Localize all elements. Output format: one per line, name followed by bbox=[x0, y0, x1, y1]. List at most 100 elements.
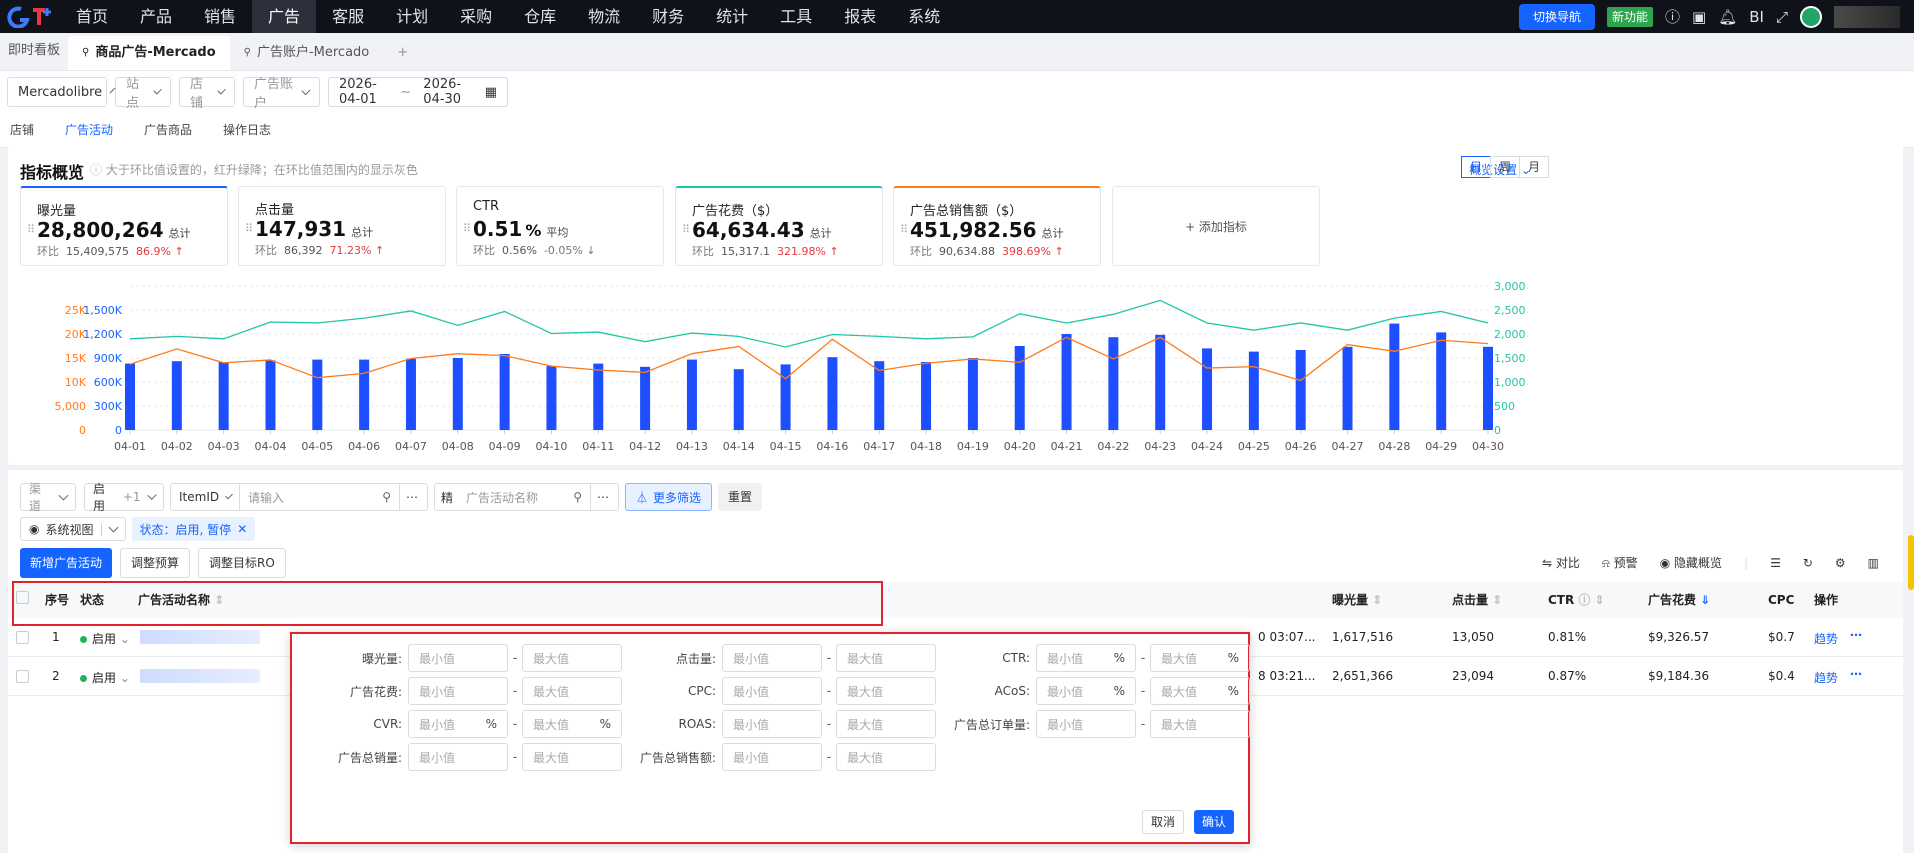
channel-select[interactable]: 渠道 bbox=[20, 482, 76, 513]
calendar-icon[interactable]: ▣ bbox=[1692, 8, 1706, 26]
subtab-item[interactable]: 操作日志 bbox=[223, 113, 271, 148]
kpi-card[interactable]: ⠿ 曝光量 28,800,264 总计 环比 15,409,575 86.9% ↑ bbox=[20, 186, 228, 266]
hide-overview-button[interactable]: ◉ 隐藏概览 bbox=[1660, 554, 1722, 571]
bell-icon[interactable]: 🔔︎ bbox=[1718, 8, 1737, 26]
tab-dashboard[interactable]: 即时看板 bbox=[0, 32, 68, 70]
campaign-name-link[interactable] bbox=[140, 630, 260, 647]
more-actions-icon[interactable]: ⋯ bbox=[1850, 628, 1862, 642]
scroll-thumb[interactable] bbox=[1908, 535, 1914, 590]
compare-button[interactable]: ⇋ 对比 bbox=[1542, 554, 1580, 571]
trend-link[interactable]: 趋势 bbox=[1814, 630, 1838, 647]
fullscreen-icon[interactable]: ⤢ bbox=[1776, 8, 1788, 26]
popup-confirm-button[interactable]: 确认 bbox=[1193, 810, 1234, 834]
status-select[interactable]: 启用 +1 bbox=[84, 482, 164, 513]
name-more-button[interactable]: ⋯ bbox=[591, 483, 619, 511]
trend-link[interactable]: 趋势 bbox=[1814, 669, 1838, 686]
popup-cancel-button[interactable]: 取消 bbox=[1141, 810, 1184, 834]
max-input[interactable]: 最大值 bbox=[1150, 710, 1250, 738]
avatar[interactable] bbox=[1800, 5, 1822, 28]
drag-handle-icon[interactable]: ⠿ bbox=[463, 222, 471, 235]
help-icon[interactable]: ⓘ bbox=[1665, 6, 1680, 27]
min-input[interactable]: 最小值 bbox=[722, 710, 822, 738]
refresh-icon[interactable]: ↻ bbox=[1803, 556, 1813, 570]
min-input[interactable]: 最小值 bbox=[1036, 710, 1136, 738]
min-input[interactable]: 最小值 bbox=[722, 677, 822, 705]
kpi-card[interactable]: ⠿ 广告总销售额（$） 451,982.56 总计 环比 90,634.88 398.6… bbox=[893, 186, 1101, 266]
date-range-picker[interactable]: 2026-04-01 ~2026-04-30 ▦ bbox=[328, 77, 508, 107]
min-input[interactable]: 最小值 bbox=[408, 677, 508, 705]
reset-button[interactable]: 重置 bbox=[718, 483, 763, 511]
close-icon[interactable]: ✕ bbox=[237, 522, 247, 536]
shop-select[interactable]: 店铺 bbox=[179, 77, 235, 111]
nav-item[interactable]: 产品 bbox=[124, 0, 188, 33]
min-input[interactable]: 最小值% bbox=[408, 710, 508, 738]
adjust-budget-button[interactable]: 调整预算 bbox=[120, 548, 191, 578]
nav-item[interactable]: 采购 bbox=[444, 0, 508, 33]
nav-item[interactable]: 销售 bbox=[188, 0, 252, 33]
max-input[interactable]: 最大值% bbox=[1150, 677, 1250, 705]
bi-link[interactable]: BI bbox=[1749, 8, 1764, 26]
row-checkbox[interactable] bbox=[16, 670, 29, 686]
max-input[interactable]: 最大值% bbox=[1150, 644, 1250, 672]
item-type-select[interactable]: ItemID bbox=[170, 483, 240, 511]
row-checkbox[interactable] bbox=[16, 631, 29, 647]
alert-button[interactable]: ⍾ 预警 bbox=[1602, 554, 1638, 571]
tab-product-ads[interactable]: ⚲ 商品广告-Mercado bbox=[68, 36, 230, 70]
adjust-target-button[interactable]: 调整目标RO bbox=[198, 548, 286, 578]
period-option[interactable]: 月 bbox=[1519, 156, 1549, 178]
exact-toggle[interactable]: 精 bbox=[434, 483, 458, 511]
columns-icon[interactable]: ▥ bbox=[1868, 556, 1879, 570]
more-filters-button[interactable]: ⏃ 更多筛选 bbox=[625, 483, 713, 511]
col-ctr[interactable]: CTR ⓘ ⇕ bbox=[1548, 582, 1605, 618]
drag-handle-icon[interactable]: ⠿ bbox=[682, 223, 690, 236]
page-scrollbar[interactable] bbox=[1908, 160, 1914, 850]
col-impressions[interactable]: 曝光量 ⇕ bbox=[1332, 582, 1382, 618]
more-actions-icon[interactable]: ⋯ bbox=[1850, 667, 1862, 681]
list-icon[interactable]: ☰ bbox=[1770, 556, 1781, 570]
nav-item[interactable]: 广告 bbox=[252, 0, 317, 33]
kpi-card[interactable]: ⠿ 广告花费（$） 64,634.43 总计 环比 15,317.1 321.98% ↑ bbox=[675, 186, 883, 266]
platform-select[interactable]: Mercadolibre bbox=[7, 77, 116, 107]
add-metric-button[interactable]: + 添加指标 bbox=[1112, 186, 1320, 266]
nav-item[interactable]: 工具 bbox=[764, 0, 828, 33]
min-input[interactable]: 最小值 bbox=[722, 644, 822, 672]
min-input[interactable]: 最小值 bbox=[722, 743, 822, 771]
new-feature-button[interactable]: 新功能 bbox=[1607, 6, 1654, 27]
max-input[interactable]: 最大值 bbox=[836, 743, 936, 771]
gear-icon[interactable]: ⚙ bbox=[1835, 556, 1846, 570]
subtab-item[interactable]: 店铺 bbox=[10, 113, 34, 148]
nav-item[interactable]: 统计 bbox=[700, 0, 764, 33]
kpi-card[interactable]: ⠿ CTR 0.51% 平均 环比 0.56% -0.05% ↓ bbox=[456, 186, 664, 266]
drag-handle-icon[interactable]: ⠿ bbox=[245, 222, 253, 235]
kpi-card[interactable]: ⠿ 点击量 147,931 总计 环比 86,392 71.23% ↑ bbox=[238, 186, 446, 266]
drag-handle-icon[interactable]: ⠿ bbox=[900, 223, 908, 236]
col-clicks[interactable]: 点击量 ⇕ bbox=[1452, 582, 1502, 618]
nav-item[interactable]: 报表 bbox=[828, 0, 892, 33]
nav-item[interactable]: 物流 bbox=[572, 0, 636, 33]
nav-item[interactable]: 首页 bbox=[60, 0, 124, 33]
row-status-select[interactable]: 启用 ⌄ bbox=[80, 630, 130, 647]
row-status-select[interactable]: 启用 ⌄ bbox=[80, 669, 130, 686]
system-view-select[interactable]: ◉ 系统视图 | bbox=[20, 517, 126, 541]
user-name-blurred[interactable] bbox=[1834, 5, 1900, 28]
tab-ad-accounts[interactable]: ⚲ 广告账户-Mercado bbox=[230, 36, 384, 70]
site-select[interactable]: 站点 bbox=[115, 77, 171, 111]
min-input[interactable]: 最小值% bbox=[1036, 677, 1136, 705]
nav-item[interactable]: 系统 bbox=[892, 0, 956, 33]
nav-item[interactable]: 客服 bbox=[316, 0, 380, 33]
campaign-name-link[interactable] bbox=[140, 669, 260, 686]
col-spend[interactable]: 广告花费 ⇓ bbox=[1648, 582, 1710, 618]
col-cpc[interactable]: CPC bbox=[1768, 582, 1794, 618]
period-option[interactable]: 周 bbox=[1490, 156, 1520, 178]
nav-item[interactable]: 财务 bbox=[636, 0, 700, 33]
add-tab-button[interactable]: + bbox=[383, 36, 422, 70]
item-search-input[interactable]: 请输入 ⚲ bbox=[240, 483, 400, 511]
ad-account-select[interactable]: 广告账户 bbox=[243, 77, 320, 111]
min-input[interactable]: 最小值 bbox=[408, 644, 508, 672]
min-input[interactable]: 最小值 bbox=[408, 743, 508, 771]
subtab-item[interactable]: 广告商品 bbox=[144, 113, 192, 148]
app-logo[interactable] bbox=[0, 0, 60, 33]
drag-handle-icon[interactable]: ⠿ bbox=[27, 223, 35, 236]
item-more-button[interactable]: ⋯ bbox=[400, 483, 428, 511]
subtab-item[interactable]: 广告活动 bbox=[65, 113, 114, 148]
